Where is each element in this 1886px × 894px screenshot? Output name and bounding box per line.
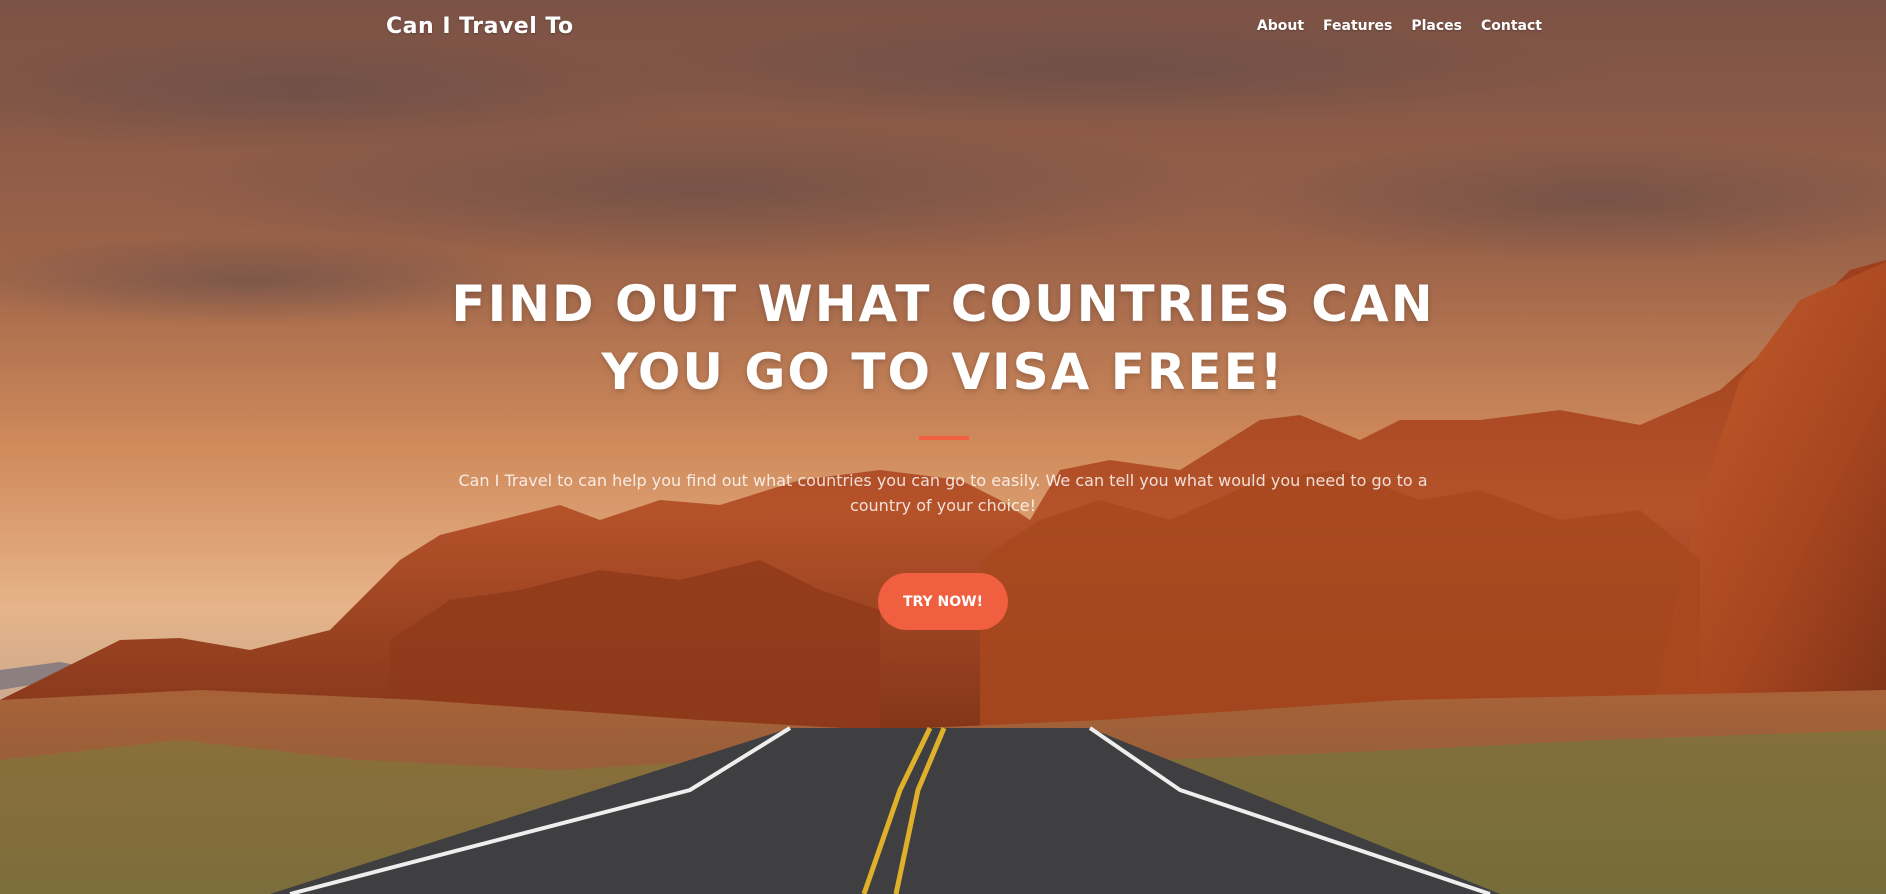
hero-headline-line1: FIND OUT WHAT COUNTRIES CAN <box>451 275 1435 333</box>
hero-section: Can I Travel To About Features Places Co… <box>0 0 1886 894</box>
nav-item-contact[interactable]: Contact <box>1481 18 1542 34</box>
nav-item-features[interactable]: Features <box>1323 18 1392 34</box>
nav-menu: About Features Places Contact <box>1257 18 1542 34</box>
top-navbar: Can I Travel To About Features Places Co… <box>0 0 1886 60</box>
nav-item-about[interactable]: About <box>1257 18 1304 34</box>
try-now-button[interactable]: TRY NOW! <box>878 573 1008 630</box>
headline-divider <box>919 436 969 440</box>
hero-description: Can I Travel to can help you find out wh… <box>458 471 1428 515</box>
nav-item-places[interactable]: Places <box>1411 18 1462 34</box>
hero-headline-line2: YOU GO TO VISA FREE! <box>601 343 1285 401</box>
hero-headline: FIND OUT WHAT COUNTRIES CAN YOU GO TO VI… <box>443 270 1443 406</box>
hero-background-image <box>0 0 1886 894</box>
brand-logo[interactable]: Can I Travel To <box>386 14 574 39</box>
